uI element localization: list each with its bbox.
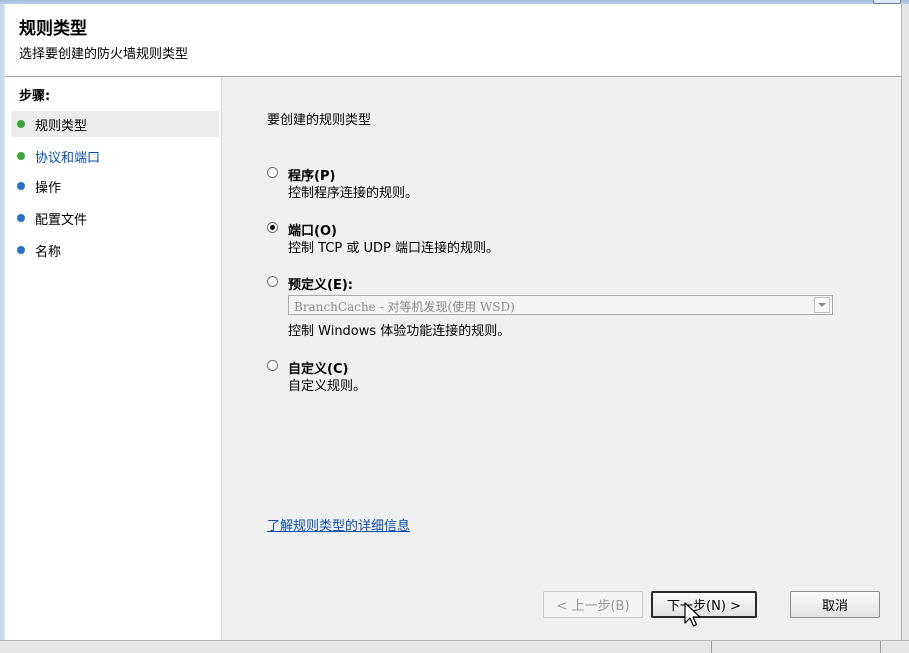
green-bullet-icon: [17, 152, 25, 160]
next-button[interactable]: 下一步(N) >: [651, 591, 757, 618]
step-label: 配置文件: [35, 212, 88, 228]
step-name[interactable]: 名称: [11, 237, 219, 263]
steps-sidebar: 步骤: 规则类型 协议和端口 操作 配置文件 名称: [5, 77, 222, 640]
page-title: 规则类型: [19, 19, 87, 39]
predefined-rule-select[interactable]: BranchCache - 对等机发现(使用 WSD): [288, 295, 833, 315]
window-frame-right: [901, 4, 909, 648]
blue-bullet-icon: [17, 182, 25, 190]
option-description: 自定义规则。: [288, 379, 367, 394]
page-subtitle: 选择要创建的防火墙规则类型: [19, 47, 189, 62]
step-rule-type[interactable]: 规则类型: [11, 111, 219, 137]
select-value: BranchCache - 对等机发现(使用 WSD): [294, 300, 515, 314]
blue-bullet-icon: [17, 246, 25, 254]
predefined-description: 控制 Windows 体验功能连接的规则。: [288, 324, 511, 339]
step-label: 名称: [35, 244, 62, 260]
wizard-header: 规则类型 选择要创建的防火墙规则类型: [5, 4, 901, 77]
step-profile[interactable]: 配置文件: [11, 205, 219, 231]
steps-heading: 步骤:: [19, 89, 51, 104]
mouse-cursor-icon: [684, 602, 701, 627]
green-bullet-icon: [17, 120, 25, 128]
program-radio[interactable]: [267, 167, 278, 178]
frame-divider: [711, 641, 712, 653]
learn-more-link[interactable]: 了解规则类型的详细信息: [267, 515, 410, 534]
main-panel: 要创建的规则类型 程序(P) 控制程序连接的规则。 端口(O) 控制 TCP 或…: [222, 77, 901, 640]
step-action[interactable]: 操作: [11, 173, 219, 199]
step-label: 协议和端口: [35, 150, 101, 166]
custom-radio[interactable]: [267, 360, 278, 371]
step-protocol-ports[interactable]: 协议和端口: [11, 143, 219, 169]
option-description: 控制程序连接的规则。: [288, 186, 419, 201]
option-title: 预定义(E):: [288, 278, 353, 293]
port-radio[interactable]: [267, 222, 278, 233]
step-label: 操作: [35, 180, 62, 196]
frame-divider: [880, 641, 881, 653]
back-button[interactable]: < 上一步(B): [543, 591, 643, 618]
chevron-down-icon[interactable]: [814, 297, 830, 313]
rule-type-prompt: 要创建的规则类型: [267, 113, 372, 128]
window-frame-bottom: [0, 640, 909, 653]
blue-bullet-icon: [17, 214, 25, 222]
option-description: 控制 TCP 或 UDP 端口连接的规则。: [288, 241, 499, 256]
step-label: 规则类型: [35, 118, 88, 134]
predefined-radio[interactable]: [267, 276, 278, 287]
cancel-button[interactable]: 取消: [790, 591, 880, 618]
